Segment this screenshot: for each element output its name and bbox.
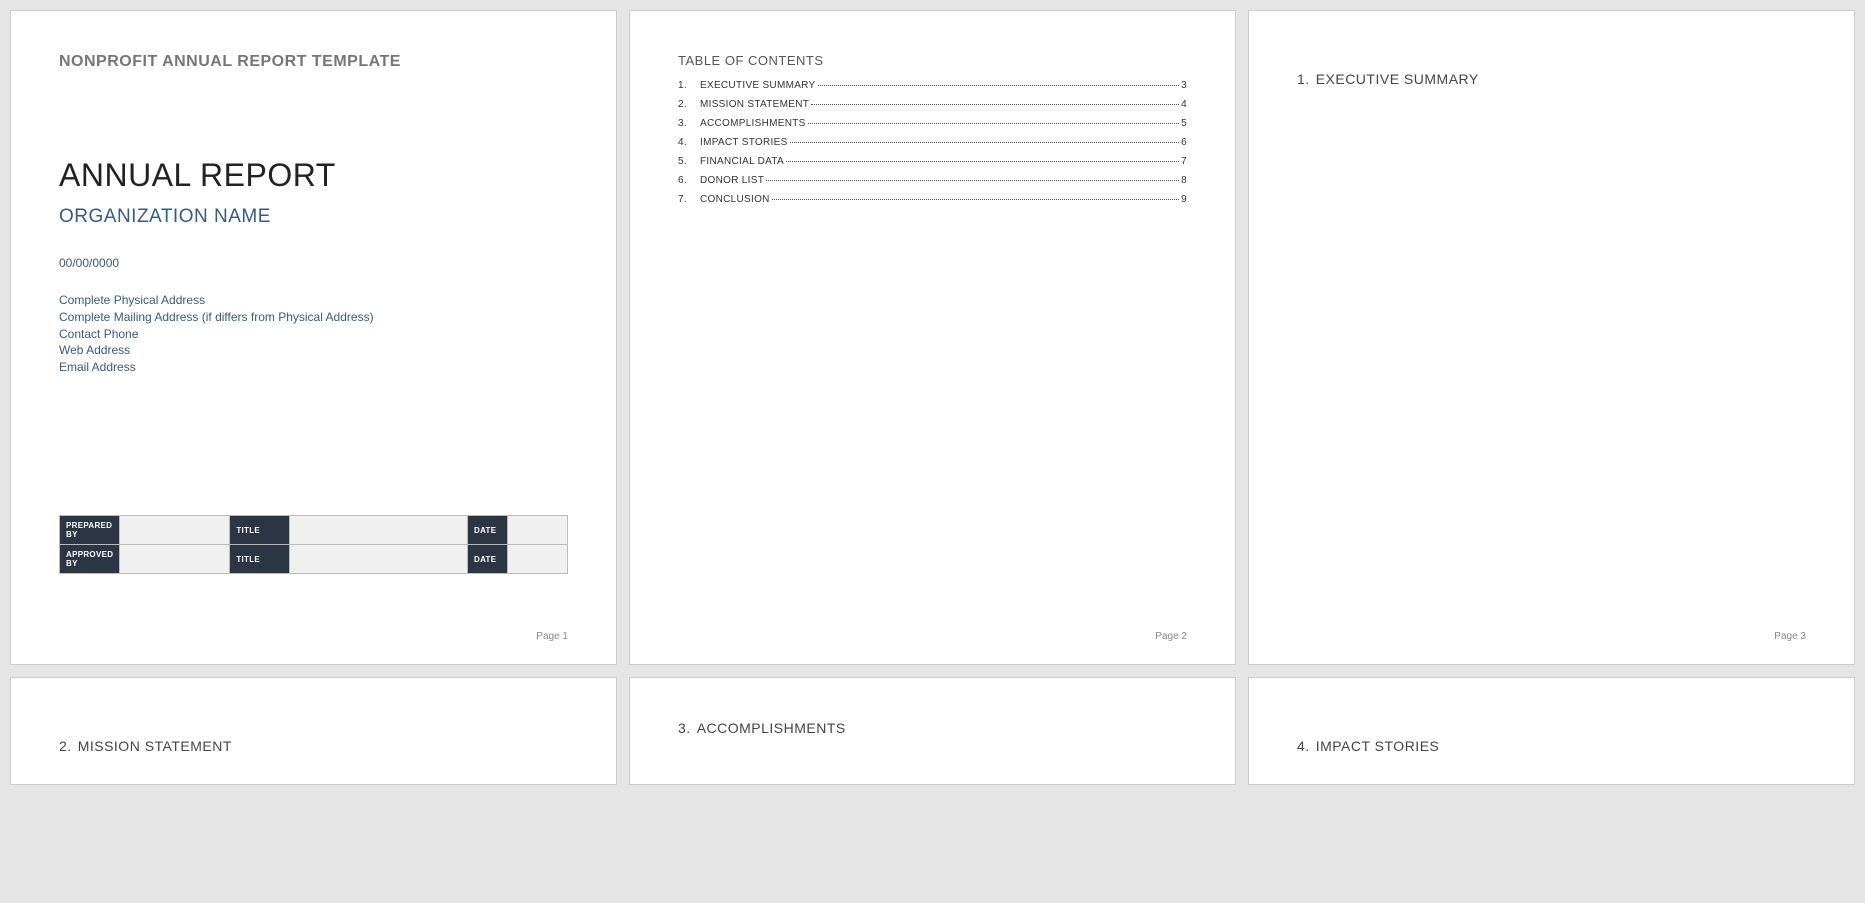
page-number: Page 3 [1774,631,1806,642]
toc-item-label: EXECUTIVE SUMMARY [700,80,816,91]
toc-leader-dots [790,142,1180,143]
toc-leader-dots [811,104,1179,105]
address-line: Email Address [59,359,568,376]
toc-leader-dots [772,199,1179,200]
section-title: IMPACT STORIES [1316,738,1440,754]
toc-item-label: ACCOMPLISHMENTS [700,118,806,129]
title-value [290,516,468,545]
table-row: APPROVED BY TITLE DATE [60,545,568,574]
date-label: DATE [468,516,508,545]
section-number: 3. [678,720,691,736]
toc-item-label: CONCLUSION [700,194,770,205]
page-6: 4. IMPACT STORIES [1248,677,1855,785]
prepared-by-label: PREPARED BY [60,516,120,545]
page-1: NONPROFIT ANNUAL REPORT TEMPLATE ANNUAL … [10,10,617,665]
page-3: 1. EXECUTIVE SUMMARY Page 3 [1248,10,1855,665]
section-title: ACCOMPLISHMENTS [697,720,846,736]
toc-item-page: 7 [1181,156,1187,167]
toc-item-page: 5 [1181,118,1187,129]
toc-item-label: MISSION STATEMENT [700,99,809,110]
section-number: 1. [1297,71,1310,87]
toc-leader-dots [818,85,1180,86]
toc-item-label: DONOR LIST [700,175,764,186]
toc-item: MISSION STATEMENT 4 [678,95,1187,114]
approved-by-value [120,545,230,574]
report-date: 00/00/0000 [59,256,568,270]
date-value [508,516,568,545]
page-number: Page 1 [536,631,568,642]
page-number: Page 2 [1155,631,1187,642]
title-value [290,545,468,574]
toc-item-page: 3 [1181,80,1187,91]
address-line: Complete Mailing Address (if differs fro… [59,309,568,326]
toc-item-label: FINANCIAL DATA [700,156,784,167]
title-label: TITLE [230,516,290,545]
toc-item-label: IMPACT STORIES [700,137,788,148]
organization-name: ORGANIZATION NAME [59,206,568,228]
toc-item-page: 8 [1181,175,1187,186]
toc-leader-dots [766,180,1179,181]
section-heading: 2. MISSION STATEMENT [59,738,568,754]
prepared-by-value [120,516,230,545]
section-title: MISSION STATEMENT [78,738,232,754]
toc-item-page: 4 [1181,99,1187,110]
page-5: 3. ACCOMPLISHMENTS [629,677,1236,785]
toc-item: EXECUTIVE SUMMARY 3 [678,76,1187,95]
toc-item-page: 6 [1181,137,1187,148]
toc-title: TABLE OF CONTENTS [678,53,1187,68]
section-number: 4. [1297,738,1310,754]
toc-item: IMPACT STORIES 6 [678,133,1187,152]
page-2: TABLE OF CONTENTS EXECUTIVE SUMMARY 3 MIS… [629,10,1236,665]
address-block: Complete Physical Address Complete Maili… [59,292,568,376]
section-number: 2. [59,738,72,754]
title-label: TITLE [230,545,290,574]
table-row: PREPARED BY TITLE DATE [60,516,568,545]
report-title: ANNUAL REPORT [59,157,568,194]
address-line: Web Address [59,342,568,359]
section-heading: 4. IMPACT STORIES [1297,738,1806,754]
page-4: 2. MISSION STATEMENT [10,677,617,785]
toc-leader-dots [786,161,1179,162]
toc-item: DONOR LIST 8 [678,171,1187,190]
approval-table: PREPARED BY TITLE DATE APPROVED BY TITLE… [59,515,568,574]
toc-list: EXECUTIVE SUMMARY 3 MISSION STATEMENT 4 AC… [678,76,1187,209]
date-value [508,545,568,574]
approved-by-label: APPROVED BY [60,545,120,574]
toc-item: CONCLUSION 9 [678,190,1187,209]
section-heading: 1. EXECUTIVE SUMMARY [1297,71,1806,87]
template-header: NONPROFIT ANNUAL REPORT TEMPLATE [59,53,568,71]
toc-item-page: 9 [1181,194,1187,205]
date-label: DATE [468,545,508,574]
pages-grid: NONPROFIT ANNUAL REPORT TEMPLATE ANNUAL … [10,10,1855,785]
toc-item: ACCOMPLISHMENTS 5 [678,114,1187,133]
section-title: EXECUTIVE SUMMARY [1316,71,1479,87]
section-heading: 3. ACCOMPLISHMENTS [678,720,1187,736]
toc-item: FINANCIAL DATA 7 [678,152,1187,171]
toc-leader-dots [808,123,1180,124]
address-line: Complete Physical Address [59,292,568,309]
address-line: Contact Phone [59,326,568,343]
